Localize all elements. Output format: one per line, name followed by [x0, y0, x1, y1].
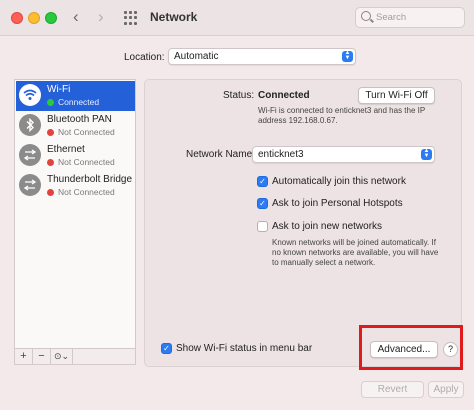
service-status: Not Connected — [58, 187, 115, 197]
close-window-button[interactable] — [11, 12, 23, 24]
forward-arrow-icon[interactable]: › — [98, 8, 104, 26]
ask-new-networks-checkbox[interactable] — [257, 221, 268, 232]
auto-join-checkbox[interactable]: ✓ — [257, 176, 268, 187]
service-item-ethernet[interactable]: Ethernet Not Connected — [16, 141, 135, 171]
action-menu-button[interactable]: ⊙⌄ — [51, 349, 73, 364]
status-label: Status: — [223, 90, 255, 101]
service-name: Ethernet — [47, 144, 85, 155]
status-dot-icon — [47, 129, 54, 136]
network-name-label: Network Name: — [186, 149, 255, 160]
turn-wifi-off-button[interactable]: Turn Wi-Fi Off — [358, 87, 435, 104]
location-label: Location: — [124, 52, 165, 63]
network-name-value: enticknet3 — [258, 149, 304, 160]
status-dot-icon — [47, 159, 54, 166]
window-title: Network — [150, 10, 198, 24]
back-arrow-icon[interactable]: ‹ — [73, 8, 79, 26]
search-field[interactable]: Search — [355, 7, 465, 28]
select-stepper-icon: ▲ ▼ — [342, 50, 353, 62]
apply-button[interactable]: Apply — [428, 381, 464, 398]
service-list: Wi-Fi Connected Bluetooth PAN Not Connec… — [14, 79, 136, 349]
service-item-thunderbolt-bridge[interactable]: Thunderbolt Bridge Not Connected — [16, 171, 135, 201]
add-service-button[interactable]: + — [15, 349, 33, 364]
network-name-select[interactable]: enticknet3 ▲ ▼ — [252, 146, 435, 163]
help-icon[interactable]: ? — [443, 342, 458, 357]
service-status: Not Connected — [58, 157, 115, 167]
network-preferences-window: ‹ › Network Search Location: Automatic ▲… — [0, 0, 474, 410]
advanced-button[interactable]: Advanced... — [370, 341, 438, 358]
service-list-toolbar: + − ⊙⌄ — [14, 349, 136, 365]
service-status: Connected — [58, 97, 100, 107]
personal-hotspots-checkbox[interactable]: ✓ — [257, 198, 268, 209]
service-item-bluetooth-pan[interactable]: Bluetooth PAN Not Connected — [16, 111, 135, 141]
personal-hotspots-label: Ask to join Personal Hotspots — [272, 198, 403, 209]
select-stepper-icon: ▲ ▼ — [421, 148, 432, 160]
location-select[interactable]: Automatic ▲ ▼ — [168, 48, 356, 65]
status-dot-icon — [47, 189, 54, 196]
revert-button[interactable]: Revert — [361, 381, 424, 398]
zoom-window-button[interactable] — [45, 12, 57, 24]
status-description: Wi-Fi is connected to enticknet3 and has… — [258, 106, 426, 125]
status-dot-icon — [47, 99, 54, 106]
search-placeholder: Search — [376, 12, 407, 23]
search-icon — [361, 11, 371, 21]
auto-join-label: Automatically join this network — [272, 176, 406, 187]
show-in-menu-bar-checkbox[interactable]: ✓ — [161, 343, 172, 354]
ethernet-icon — [19, 144, 41, 166]
show-in-menu-bar-label: Show Wi-Fi status in menu bar — [176, 343, 313, 354]
location-value: Automatic — [174, 51, 219, 62]
service-name: Bluetooth PAN — [47, 114, 112, 125]
wifi-icon — [19, 84, 41, 106]
ask-new-networks-label: Ask to join new networks — [272, 221, 383, 232]
service-status: Not Connected — [58, 127, 115, 137]
known-networks-note: Known networks will be joined automatica… — [272, 238, 439, 267]
service-name: Wi-Fi — [47, 84, 71, 95]
title-bar: ‹ › Network Search — [0, 0, 474, 36]
service-name: Thunderbolt Bridge — [47, 174, 133, 185]
thunderbolt-icon — [19, 174, 41, 196]
bluetooth-icon — [19, 114, 41, 136]
service-item-wifi[interactable]: Wi-Fi Connected — [16, 81, 135, 111]
remove-service-button[interactable]: − — [33, 349, 51, 364]
minimize-window-button[interactable] — [28, 12, 40, 24]
status-value: Connected — [258, 90, 310, 101]
show-all-grid-icon[interactable] — [124, 11, 138, 25]
